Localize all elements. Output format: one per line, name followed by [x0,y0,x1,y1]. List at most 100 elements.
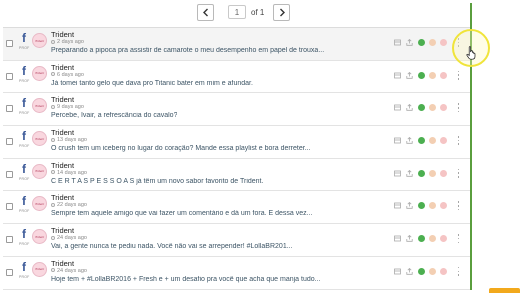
sentiment-neutral-button[interactable] [429,235,436,243]
row-actions [394,201,460,211]
share-icon[interactable] [406,267,413,275]
post-message[interactable]: Sempre tem aquele amigo que vai fazer um… [51,210,312,217]
sentiment-neutral-button[interactable] [429,202,436,210]
select-checkbox[interactable] [6,105,13,113]
clock-icon [51,268,55,273]
sentiment-positive-button[interactable] [418,104,425,112]
select-checkbox[interactable] [6,40,13,47]
row-actions [394,38,460,47]
kebab-menu-icon[interactable] [457,266,460,276]
kebab-menu-icon[interactable] [457,136,460,146]
sentiment-positive-button[interactable] [418,235,425,243]
sentiment-negative-button[interactable] [440,267,447,275]
archive-icon[interactable] [394,202,401,209]
list-item[interactable]: f PROF Trident Trident 24 days ago Vai, a… [3,224,471,257]
list-item[interactable]: f PROF Trident Trident 22 days ago Sempre… [3,191,471,225]
share-icon[interactable] [406,202,413,210]
archive-icon[interactable] [394,104,401,111]
select-checkbox[interactable] [6,138,13,146]
sentiment-positive-button[interactable] [418,169,425,177]
avatar: Trident [32,65,47,81]
prev-page-button[interactable] [197,3,214,21]
clock-icon [51,39,55,44]
post-message[interactable]: Percebe, Ivair, a refrescância do cavalo… [51,112,177,119]
archive-icon[interactable] [394,170,401,177]
share-icon[interactable] [406,137,413,144]
archive-icon[interactable] [394,72,401,79]
list-item[interactable]: f PROF Trident Trident 9 days ago Percebe… [3,93,471,127]
sentiment-neutral-button[interactable] [429,137,436,145]
archive-icon[interactable] [394,39,401,46]
post-author[interactable]: Trident [51,30,74,39]
post-author[interactable]: Trident [51,193,74,202]
row-actions [394,103,460,113]
sentiment-neutral-button[interactable] [429,267,436,275]
sentiment-positive-button[interactable] [418,202,425,210]
clock-icon [51,170,55,175]
kebab-menu-icon[interactable] [457,168,460,178]
list-item[interactable]: f PROF Trident Trident 14 days ago C E R … [3,159,471,192]
archive-icon[interactable] [394,137,401,144]
sentiment-positive-button[interactable] [418,39,425,46]
kebab-menu-icon[interactable] [457,70,460,80]
pagination: of 1 [197,3,291,21]
post-message[interactable]: C E R T A S P E S S O A S já têm um novo… [51,178,263,185]
select-checkbox[interactable] [6,203,13,211]
row-actions [394,136,460,146]
sentiment-negative-button[interactable] [440,71,447,79]
avatar: Trident [32,196,47,212]
list-item[interactable]: f PROF Trident Trident 6 days ago Já tome… [3,61,471,94]
archive-icon[interactable] [394,235,401,242]
post-message[interactable]: Já tomei tanto gelo que dava pro Titanic… [51,80,253,87]
sentiment-negative-button[interactable] [440,202,447,210]
post-author[interactable]: Trident [51,226,74,235]
post-message[interactable]: Vai, a gente nunca te pediu nada. Você n… [51,243,293,250]
archive-icon[interactable] [394,268,401,275]
list-item[interactable]: f PROF Trident Trident 13 days ago O crus… [3,126,471,159]
sentiment-neutral-button[interactable] [429,104,436,112]
post-time: 14 days ago [51,170,87,176]
sentiment-negative-button[interactable] [440,39,447,46]
sentiment-negative-button[interactable] [440,235,447,243]
sentiment-negative-button[interactable] [440,104,447,112]
sentiment-positive-button[interactable] [418,71,425,79]
sentiment-neutral-button[interactable] [429,169,436,177]
sentiment-neutral-button[interactable] [429,39,436,46]
select-checkbox[interactable] [6,268,13,276]
post-author[interactable]: Trident [51,63,74,72]
share-icon[interactable] [406,235,413,242]
kebab-menu-icon[interactable] [457,201,460,211]
facebook-icon: f PROF [19,259,30,279]
post-author[interactable]: Trident [51,161,74,170]
list-item[interactable]: f PROF Trident Trident 24 days ago Hoje t… [3,257,471,290]
facebook-icon: f PROF [19,63,30,83]
sentiment-positive-button[interactable] [418,267,425,275]
share-icon[interactable] [406,169,413,177]
share-icon[interactable] [406,71,413,79]
sentiment-negative-button[interactable] [440,137,447,145]
share-icon[interactable] [406,39,413,46]
post-message[interactable]: Hoje tem + #LollaBR2016 + Fresh e + um d… [51,276,320,283]
select-checkbox[interactable] [6,170,13,178]
sentiment-negative-button[interactable] [440,169,447,177]
post-time: 24 days ago [51,235,87,241]
page-number-input[interactable] [228,5,246,19]
clock-icon [51,137,55,142]
sentiment-positive-button[interactable] [418,137,425,145]
post-author[interactable]: Trident [51,259,74,268]
facebook-icon: f PROF [19,96,30,116]
list-item[interactable]: f PROF Trident Trident 2 days ago Prepara… [3,28,471,61]
share-icon[interactable] [406,104,413,112]
select-checkbox[interactable] [6,236,13,244]
post-message[interactable]: Preparando a pipoca pra assistir de cama… [51,47,324,54]
post-author[interactable]: Trident [51,95,74,104]
select-checkbox[interactable] [6,72,13,80]
post-message[interactable]: O crush tem um iceberg no lugar do coraç… [51,145,311,152]
sentiment-neutral-button[interactable] [429,71,436,79]
kebab-menu-icon[interactable] [457,103,460,113]
post-author[interactable]: Trident [51,128,74,137]
next-page-button[interactable] [273,3,291,21]
feedback-tab[interactable] [489,288,520,293]
row-actions [394,70,460,80]
kebab-menu-icon[interactable] [457,234,460,244]
